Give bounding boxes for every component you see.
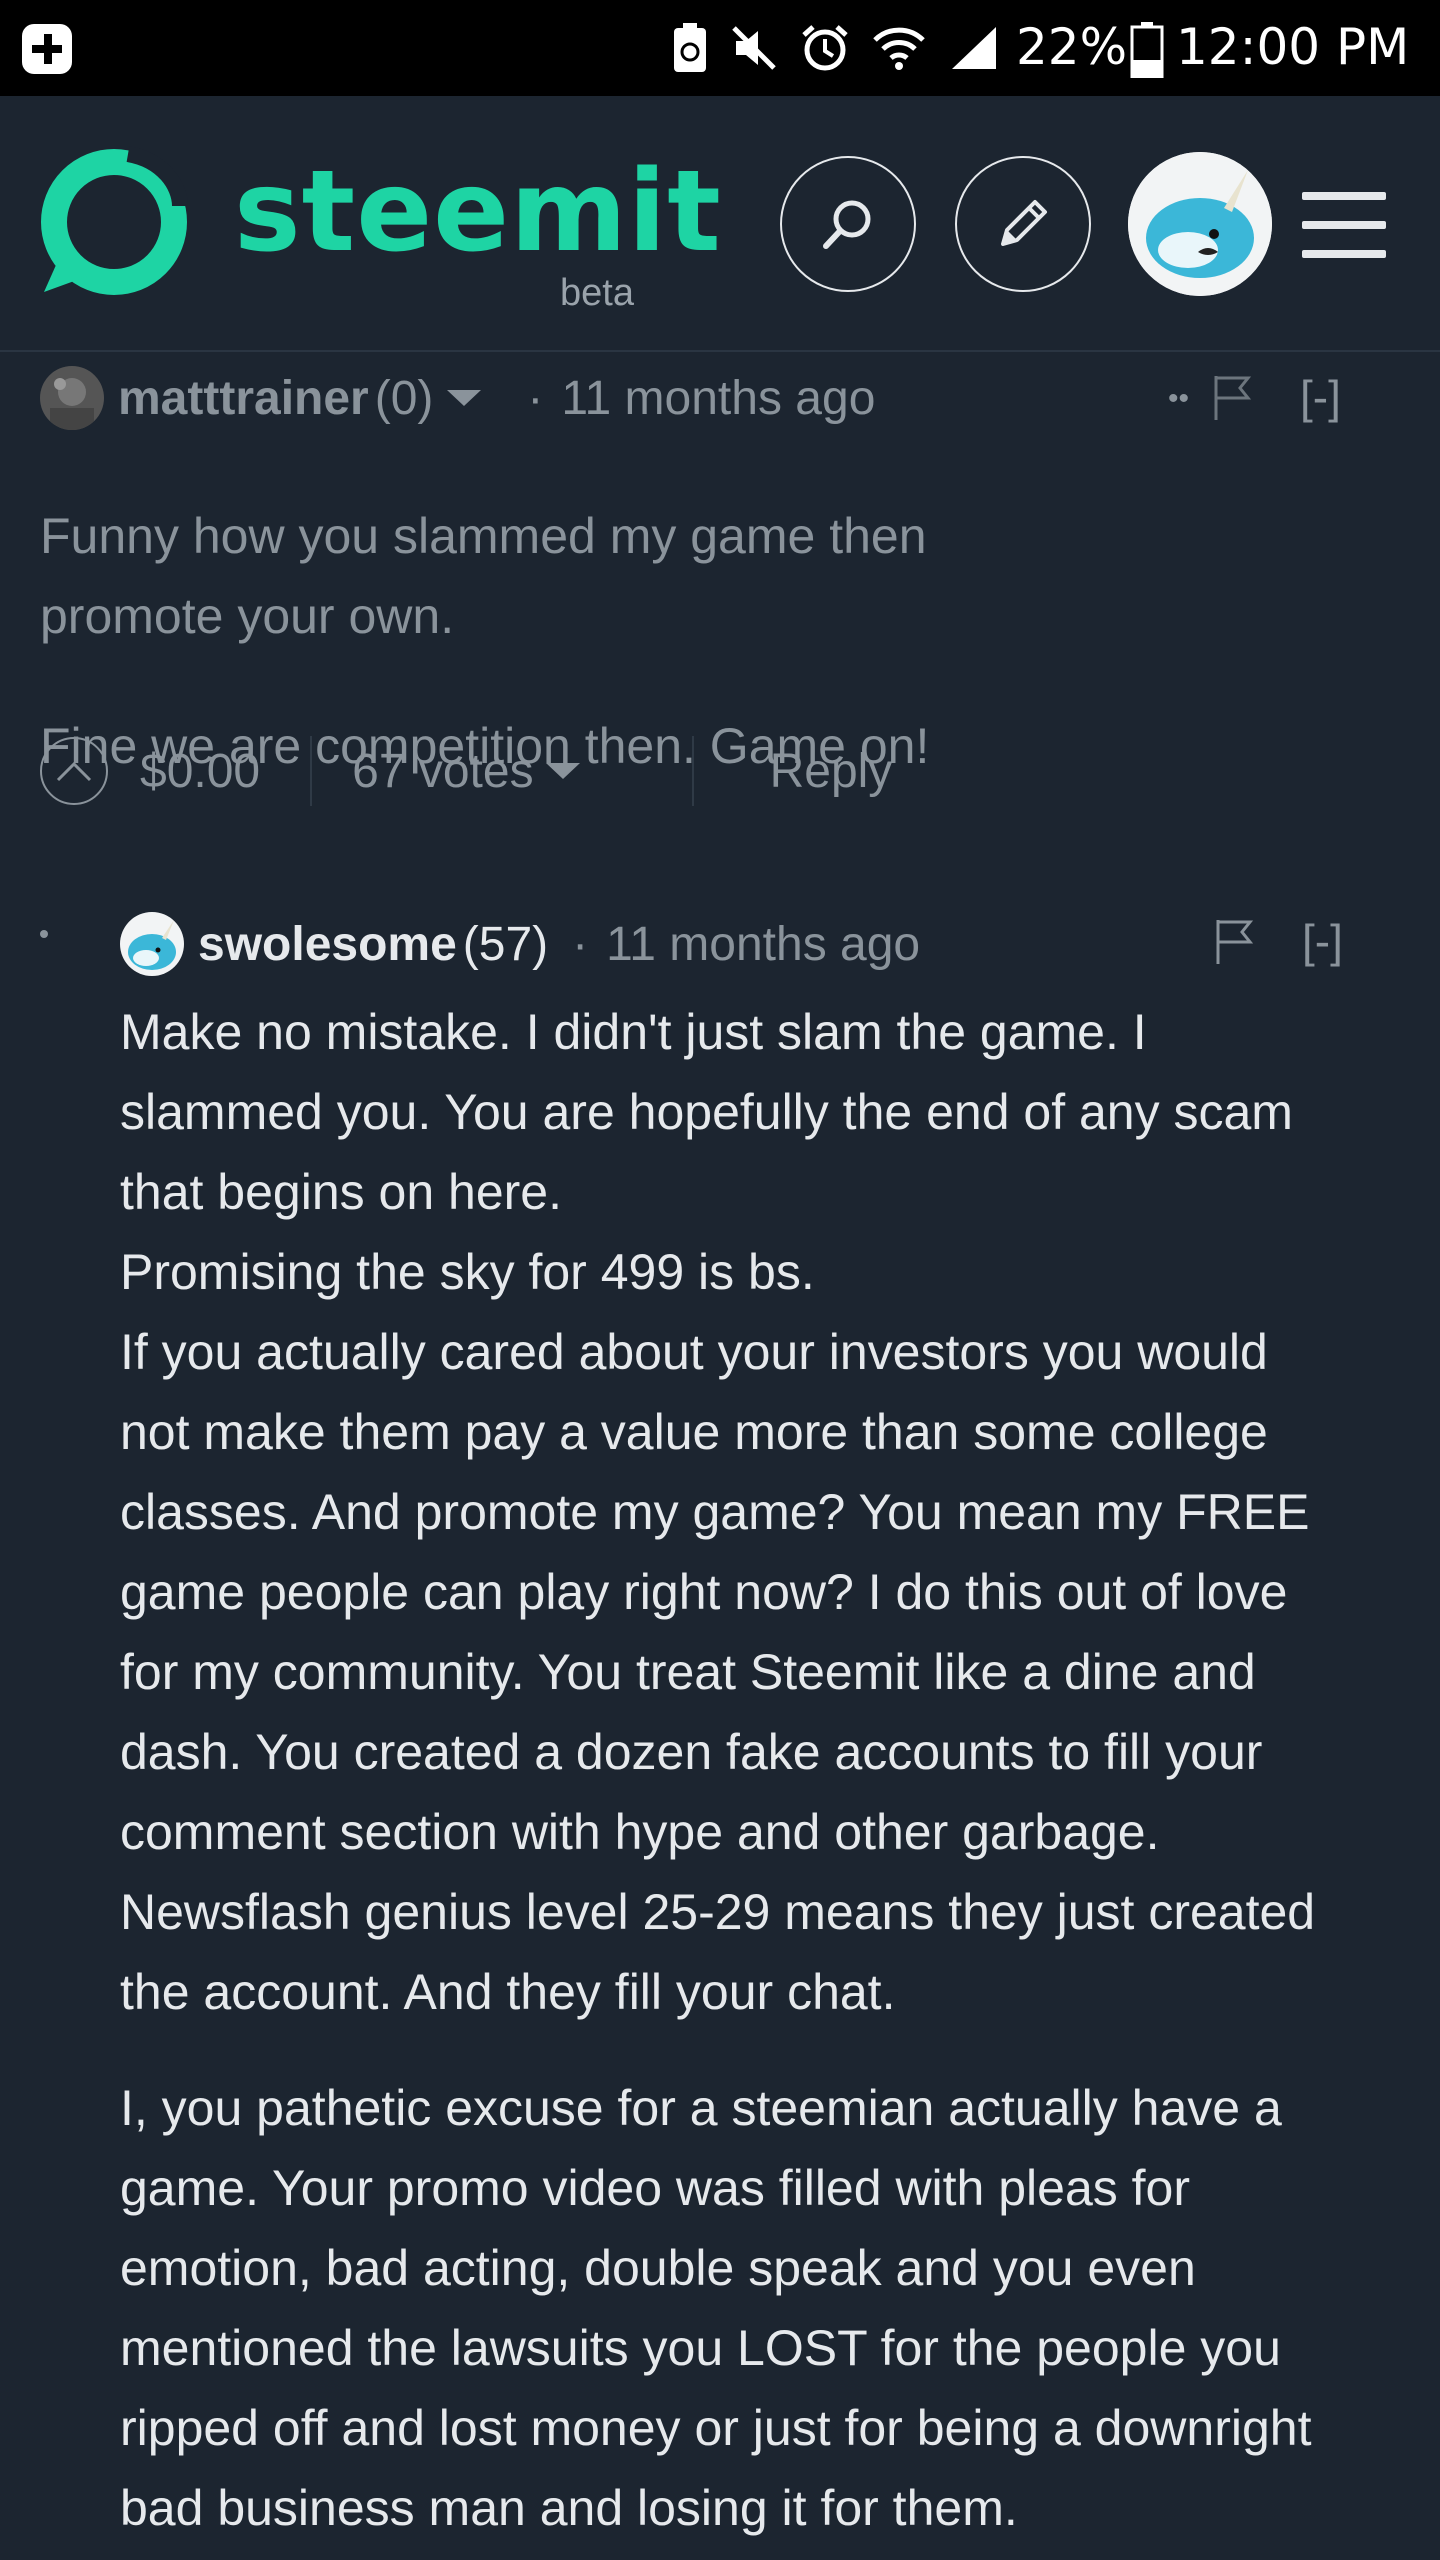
user-avatar[interactable] <box>1128 152 1272 296</box>
mute-icon <box>732 26 776 70</box>
votes-count[interactable]: 67 votes <box>352 744 533 799</box>
collapse-toggle[interactable]: [-] <box>1300 370 1341 424</box>
author-reputation: (0) <box>374 371 434 425</box>
flag-icon[interactable] <box>1212 374 1252 422</box>
separator-dot: · <box>527 371 544 425</box>
reply-button[interactable]: Reply <box>770 744 893 799</box>
payout-amount[interactable]: $0.00 <box>140 744 260 799</box>
search-icon <box>823 200 871 249</box>
text-line: comment section with hype and other garb… <box>120 1804 1160 1860</box>
thread-dot <box>40 930 48 938</box>
author-reputation: (57) <box>462 917 549 971</box>
text-line: dash. You created a dozen fake accounts … <box>120 1724 1263 1780</box>
collapse-toggle[interactable]: [-] <box>1302 914 1343 968</box>
text-line: for my community. You treat Steemit like… <box>120 1644 1256 1700</box>
timestamp[interactable]: 11 months ago <box>606 917 920 972</box>
author-name[interactable]: swolesome <box>198 917 457 972</box>
steemit-logo-icon[interactable] <box>38 146 190 303</box>
medical-plus-icon <box>22 24 72 74</box>
text-line: I, you pathetic excuse for a steemian ac… <box>120 2080 1282 2136</box>
text-line: Make no mistake. I didn't just slam the … <box>120 1004 1147 1060</box>
battery-saver-icon <box>674 23 706 72</box>
battery-icon <box>1130 22 1164 78</box>
upvote-button[interactable] <box>40 737 108 805</box>
chevron-up-icon <box>56 761 92 782</box>
text-line: Newsflash genius level 25-29 means they … <box>120 1884 1316 1940</box>
comment: swolesome (57) · 11 months ago [-] Make … <box>0 904 1440 2560</box>
write-post-button[interactable] <box>955 156 1091 292</box>
text-line: not make them pay a value more than some… <box>120 1404 1268 1460</box>
comment-paragraph: Funny how you slammed my game then promo… <box>40 508 927 644</box>
comment-header: matttrainer (0) · 11 months ago <box>40 366 875 430</box>
text-line: emotion, bad acting, double speak and yo… <box>120 2240 1196 2296</box>
clock: 12:00 PM <box>1176 18 1410 76</box>
comment-header: swolesome (57) · 11 months ago <box>120 912 920 976</box>
divider <box>691 736 694 806</box>
status-bar: 22% 12:00 PM <box>0 0 1440 96</box>
avatar[interactable] <box>40 366 104 430</box>
divider <box>310 736 313 806</box>
chevron-down-icon[interactable] <box>545 761 580 781</box>
logo-beta-label: beta <box>560 272 634 314</box>
logo-text[interactable]: steemit <box>234 156 722 268</box>
flag-icon[interactable] <box>1214 918 1254 966</box>
text-line: mentioned the lawsuits you LOST for the … <box>120 2320 1281 2376</box>
text-line: bad business man and losing it for them. <box>120 2480 1018 2536</box>
text-line: Promising the sky for 499 is bs. <box>120 1244 815 1300</box>
alarm-icon <box>802 25 848 71</box>
menu-icon <box>1302 192 1386 200</box>
chevron-down-icon[interactable] <box>447 388 482 408</box>
text-line: game people can play right now? I do thi… <box>120 1564 1288 1620</box>
separator-dot: · <box>572 917 589 971</box>
text-line: that begins on here. <box>120 1164 562 1220</box>
text-line: classes. And promote my game? You mean m… <box>120 1484 1310 1540</box>
more-dots-icon[interactable]: •• <box>1168 382 1189 416</box>
comment-footer: $0.00 67 votes Reply <box>40 736 892 806</box>
wifi-icon <box>873 27 925 70</box>
text-line: If you actually cared about your investo… <box>120 1324 1268 1380</box>
signal-icon <box>952 27 996 69</box>
menu-button[interactable] <box>1302 192 1386 258</box>
text-line: slammed you. You are hopefully the end o… <box>120 1084 1293 1140</box>
comment-paragraph: I, you pathetic excuse for a steemian ac… <box>120 2068 1420 2548</box>
status-icons <box>672 20 998 76</box>
avatar[interactable] <box>120 912 184 976</box>
battery-percent: 22% <box>1016 18 1128 76</box>
text-line: the account. And they fill your chat. <box>120 1964 896 2020</box>
timestamp[interactable]: 11 months ago <box>561 371 875 426</box>
pencil-icon <box>1001 200 1047 246</box>
comment-paragraph: Make no mistake. I didn't just slam the … <box>120 992 1420 2032</box>
text-line: ripped off and lost money or just for be… <box>120 2400 1312 2456</box>
app-header: steemit beta <box>0 96 1440 352</box>
author-name[interactable]: matttrainer <box>118 371 369 426</box>
search-button[interactable] <box>780 156 916 292</box>
comment-body: Make no mistake. I didn't just slam the … <box>120 992 1420 2548</box>
text-line: game. Your promo video was filled with p… <box>120 2160 1191 2216</box>
